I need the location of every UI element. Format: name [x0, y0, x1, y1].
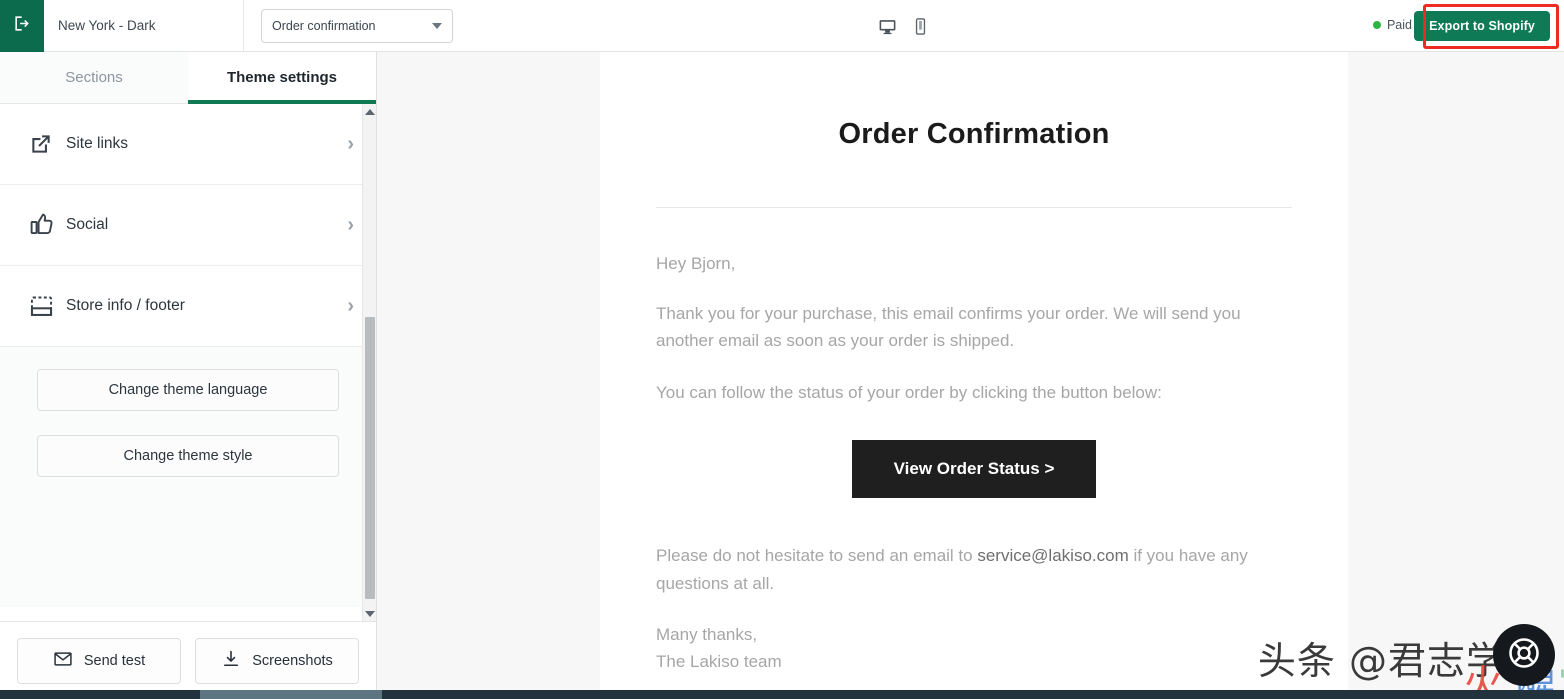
- change-theme-language-button[interactable]: Change theme language: [37, 369, 339, 411]
- send-test-button[interactable]: Send test: [17, 637, 181, 684]
- email-signoff-1: Many thanks,: [656, 625, 758, 645]
- desktop-monitor-icon: [878, 17, 897, 36]
- theme-actions-block: Change theme language Change theme style: [0, 347, 376, 607]
- tab-theme-settings[interactable]: Theme settings: [188, 52, 376, 104]
- scroll-down-arrow-icon[interactable]: [363, 606, 376, 621]
- screenshots-label: Screenshots: [252, 652, 333, 669]
- settings-list: Site links › Social › Store info / foote…: [0, 104, 376, 347]
- chevron-right-icon: ›: [347, 295, 354, 317]
- divider: [243, 0, 244, 52]
- exit-arrow-icon: [13, 14, 32, 38]
- email-title: Order Confirmation: [838, 118, 1110, 150]
- view-order-status-button[interactable]: View Order Status >: [851, 440, 1097, 499]
- sidebar-item-label: Social: [66, 216, 109, 233]
- top-bar: New York - Dark Order confirmation Paid …: [0, 0, 1564, 52]
- status-label: Paid: [1386, 18, 1412, 32]
- support-email-link[interactable]: service@lakiso.com: [977, 546, 1128, 565]
- template-select[interactable]: Order confirmation: [261, 8, 453, 43]
- footer-layout-icon: [28, 293, 62, 320]
- status-badge: Paid: [1372, 18, 1412, 32]
- email-cta-wrap: View Order Status >: [656, 440, 1292, 499]
- chevron-down-icon: [432, 22, 442, 29]
- template-select-wrap: Order confirmation: [261, 8, 453, 43]
- tab-sections-label: Sections: [65, 69, 123, 86]
- email-divider: [656, 207, 1292, 208]
- settings-panel: Sections Theme settings Site links › Soc…: [0, 52, 377, 699]
- tab-theme-settings-label: Theme settings: [226, 69, 338, 86]
- theme-name-label: New York - Dark: [58, 18, 156, 33]
- email-preview-pane: Order Confirmation Hey Bjorn, Thank you …: [377, 52, 1564, 699]
- help-button[interactable]: [1493, 624, 1555, 686]
- chevron-right-icon: ›: [347, 214, 354, 236]
- export-to-shopify-button[interactable]: Export to Shopify: [1414, 11, 1550, 41]
- change-theme-style-button[interactable]: Change theme style: [37, 435, 339, 477]
- tab-sections[interactable]: Sections: [0, 52, 188, 103]
- email-signoff-2: The Lakiso team: [656, 652, 782, 672]
- sidebar-item-site-links[interactable]: Site links ›: [0, 104, 376, 185]
- scrollbar-thumb[interactable]: [365, 317, 375, 599]
- taskbar: [0, 690, 1564, 699]
- email-greeting: Hey Bjorn,: [656, 254, 736, 273]
- chevron-right-icon: ›: [347, 133, 354, 155]
- lifebuoy-help-icon: [1506, 635, 1542, 676]
- email-body: Order Confirmation Hey Bjorn, Thank you …: [600, 52, 1348, 676]
- app-root: New York - Dark Order confirmation Paid …: [0, 0, 1564, 699]
- status-dot-icon: [1372, 21, 1381, 29]
- sidebar-item-label: Site links: [66, 135, 129, 152]
- support-prefix: Please do not hesitate to send an email …: [656, 546, 978, 566]
- sidebar-item-label: Store info / footer: [66, 297, 185, 314]
- taskbar-item[interactable]: [200, 690, 382, 699]
- thumbs-up-icon: [28, 212, 62, 239]
- mobile-phone-icon: [911, 17, 930, 36]
- device-mobile-button[interactable]: [908, 13, 932, 39]
- scroll-up-arrow-icon[interactable]: [363, 104, 376, 119]
- email-paragraph-2: You can follow the status of your order …: [656, 382, 1162, 402]
- download-icon: [221, 649, 241, 673]
- sidebar-item-store-info-footer[interactable]: Store info / footer ›: [0, 266, 376, 347]
- template-select-value: Order confirmation: [272, 18, 376, 33]
- email-card: Order Confirmation Hey Bjorn, Thank you …: [600, 52, 1348, 699]
- panel-footer: Send test Screenshots: [0, 621, 376, 699]
- external-link-icon: [28, 131, 62, 157]
- device-toggle-group: [875, 13, 932, 39]
- back-button[interactable]: [0, 0, 44, 52]
- screenshots-button[interactable]: Screenshots: [195, 637, 359, 684]
- panel-tabs: Sections Theme settings: [0, 52, 376, 104]
- email-paragraph-1: Thank you for your purchase, this email …: [656, 303, 1241, 351]
- panel-scroll-area: Site links › Social › Store info / foote…: [0, 104, 376, 621]
- device-desktop-button[interactable]: [875, 13, 899, 39]
- send-test-label: Send test: [83, 652, 146, 669]
- panel-scrollbar[interactable]: [362, 104, 376, 621]
- email-support-paragraph: Please do not hesitate to send an email …: [656, 542, 1292, 597]
- envelope-icon: [53, 649, 73, 673]
- sidebar-item-social[interactable]: Social ›: [0, 185, 376, 266]
